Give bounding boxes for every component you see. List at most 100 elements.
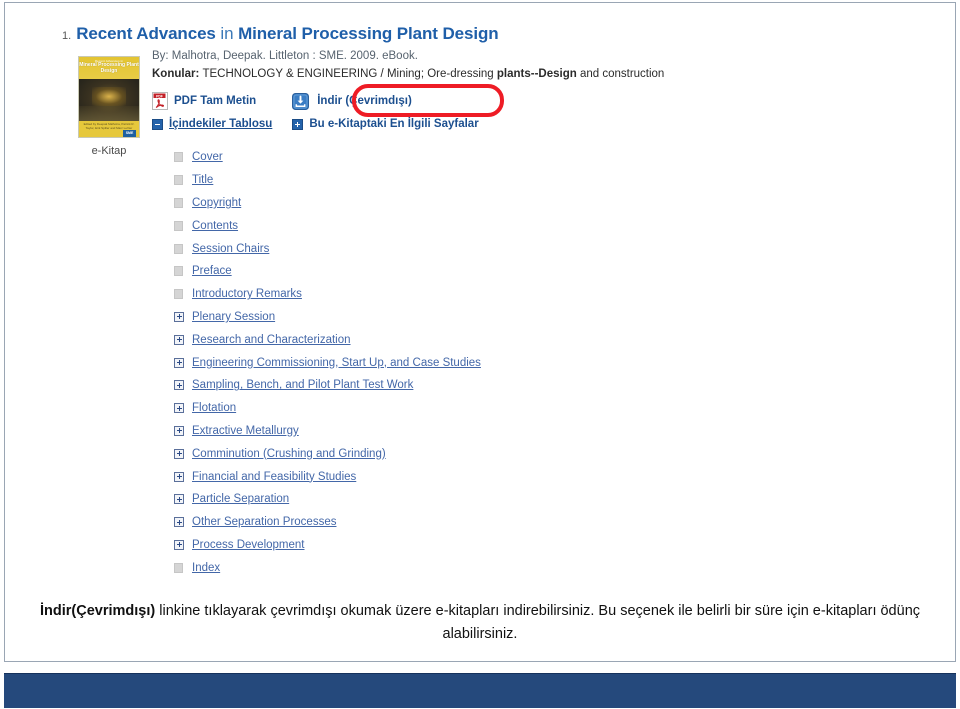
svg-text:PDF: PDF [156, 94, 163, 98]
result-byline: By: Malhotra, Deepak. Littleton : SME. 2… [152, 50, 418, 62]
toc-item[interactable]: Engineering Commissioning, Start Up, and… [174, 351, 794, 374]
plus-box-icon[interactable] [174, 357, 184, 368]
toc-item-link[interactable]: Extractive Metallurgy [192, 425, 299, 437]
cover-title-text: Mineral Processing Plant Design [79, 62, 139, 74]
toc-item-link[interactable]: Engineering Commissioning, Start Up, and… [192, 357, 481, 369]
download-offline-link[interactable]: İndir (Çevrimdışı) [292, 92, 412, 110]
caption-bold-term: İndir(Çevrimdışı) [40, 603, 156, 619]
table-of-contents-list: Cover Title Copyright Contents Session Chair… [174, 146, 794, 579]
toc-item[interactable]: Other Separation Processes [174, 511, 794, 534]
book-cover-thumbnail[interactable]: Recent Advances in Mineral Processing Pl… [78, 56, 140, 138]
toc-item[interactable]: Sampling, Bench, and Pilot Plant Test Wo… [174, 374, 794, 397]
toc-item[interactable]: Copyright [174, 192, 794, 215]
toc-item-link[interactable]: Plenary Session [192, 311, 275, 323]
toc-item[interactable]: Title [174, 169, 794, 192]
plus-box-icon[interactable] [174, 494, 184, 505]
toc-item[interactable]: Particle Separation [174, 488, 794, 511]
toc-item-link[interactable]: Cover [192, 151, 223, 163]
toc-item-link[interactable]: Copyright [192, 197, 241, 209]
download-icon [292, 92, 310, 110]
result-action-row: PDF PDF Tam Metin İndir (Çevrimdışı) [152, 84, 772, 117]
leaf-node-icon [174, 175, 183, 186]
result-subjects: Konular: TECHNOLOGY & ENGINEERING / Mini… [152, 68, 772, 80]
related-pages-label: Bu e-Kitaptaki En İlgili Sayfalar [309, 118, 479, 130]
related-pages-toggle[interactable]: Bu e-Kitaptaki En İlgili Sayfalar [292, 118, 479, 130]
result-toggle-row: İçindekiler Tablosu Bu e-Kitaptaki En İl… [152, 118, 772, 130]
toc-item[interactable]: Flotation [174, 397, 794, 420]
toc-item-link[interactable]: Flotation [192, 402, 236, 414]
toc-item-link[interactable]: Research and Characterization [192, 334, 351, 346]
book-cover-block: Recent Advances in Mineral Processing Pl… [74, 56, 144, 157]
cover-format-caption: e-Kitap [91, 145, 127, 157]
plus-box-icon[interactable] [174, 380, 184, 391]
toc-item[interactable]: Plenary Session [174, 306, 794, 329]
subjects-text-2: and construction [576, 68, 665, 80]
toc-toggle[interactable]: İçindekiler Tablosu [152, 118, 272, 130]
title-connector: in [220, 24, 234, 43]
toc-item-link[interactable]: Preface [192, 265, 232, 277]
leaf-node-icon [174, 289, 183, 300]
plus-box-icon[interactable] [174, 311, 184, 322]
pdf-fulltext-label: PDF Tam Metin [174, 95, 257, 107]
toc-item[interactable]: Comminution (Crushing and Grinding) [174, 442, 794, 465]
toc-toggle-label: İçindekiler Tablosu [169, 118, 273, 130]
plus-box-icon[interactable] [174, 517, 184, 528]
leaf-node-icon [174, 243, 183, 254]
pdf-fulltext-link[interactable]: PDF PDF Tam Metin [152, 92, 256, 110]
leaf-node-icon [174, 220, 183, 231]
cover-authors-text: Edited by Deepak Malhotra, Patrick R. Ta… [83, 122, 135, 130]
toc-item-link[interactable]: Introductory Remarks [192, 288, 302, 300]
pdf-icon: PDF [152, 92, 168, 110]
subjects-bold-term: plants--Design [496, 68, 577, 80]
toc-item-link[interactable]: Process Development [192, 539, 305, 551]
toc-item-link[interactable]: Comminution (Crushing and Grinding) [192, 448, 386, 460]
toc-item[interactable]: Session Chairs [174, 237, 794, 260]
subjects-text-1: TECHNOLOGY & ENGINEERING / Mining; Ore-d… [202, 68, 497, 80]
toc-item-link[interactable]: Session Chairs [192, 243, 269, 255]
leaf-node-icon [174, 197, 183, 208]
toc-item-link[interactable]: Other Separation Processes [192, 516, 336, 528]
slide-footer-bar [4, 673, 956, 708]
result-title-link[interactable]: Recent Advances in Mineral Processing Pl… [76, 24, 498, 43]
toc-item[interactable]: Index [174, 556, 794, 579]
title-segment-1: Recent Advances [76, 24, 216, 43]
caption-rest: linkine tıklayarak çevrimdışı okumak üze… [155, 603, 921, 642]
plus-box-icon[interactable] [174, 448, 184, 459]
toc-item[interactable]: Cover [174, 146, 794, 169]
title-segment-2: Mineral Processing Plant Design [238, 24, 499, 43]
plus-box-icon[interactable] [174, 539, 184, 550]
download-offline-label: İndir (Çevrimdışı) [317, 95, 412, 107]
cover-publisher-badge: SME [123, 130, 136, 137]
cover-photo-image [79, 79, 139, 121]
toc-item-link[interactable]: Financial and Feasibility Studies [192, 471, 356, 483]
toc-item[interactable]: Extractive Metallurgy [174, 420, 794, 443]
subjects-label: Konular: [152, 68, 200, 80]
leaf-node-icon [174, 152, 183, 163]
toc-item-link[interactable]: Contents [192, 220, 238, 232]
result-title-line: 1. Recent Advances in Mineral Processing… [62, 24, 762, 43]
leaf-node-icon [174, 562, 183, 573]
search-result-item: 1. Recent Advances in Mineral Processing… [62, 24, 762, 49]
toc-item[interactable]: Financial and Feasibility Studies [174, 465, 794, 488]
plus-box-icon[interactable] [174, 334, 184, 345]
toc-item[interactable]: Research and Characterization [174, 328, 794, 351]
slide-caption: İndir(Çevrimdışı) linkine tıklayarak çev… [40, 600, 920, 646]
toc-item[interactable]: Contents [174, 214, 794, 237]
plus-box-icon[interactable] [174, 425, 184, 436]
toc-item-link[interactable]: Index [192, 562, 220, 574]
toc-item-link[interactable]: Title [192, 174, 213, 186]
plus-box-icon[interactable] [174, 403, 184, 414]
minus-box-icon[interactable] [152, 118, 163, 130]
toc-item[interactable]: Preface [174, 260, 794, 283]
toc-item[interactable]: Process Development [174, 534, 794, 557]
plus-box-icon[interactable] [174, 471, 184, 482]
result-details: By: Malhotra, Deepak. Littleton : SME. 2… [152, 50, 772, 130]
toc-item[interactable]: Introductory Remarks [174, 283, 794, 306]
toc-item-link[interactable]: Particle Separation [192, 493, 289, 505]
result-number: 1. [62, 30, 72, 42]
toc-item-link[interactable]: Sampling, Bench, and Pilot Plant Test Wo… [192, 379, 413, 391]
cover-bottom-band: Edited by Deepak Malhotra, Patrick R. Ta… [79, 121, 139, 137]
plus-box-icon[interactable] [292, 118, 304, 130]
slide-canvas: 1. Recent Advances in Mineral Processing… [0, 0, 960, 709]
leaf-node-icon [174, 266, 183, 277]
